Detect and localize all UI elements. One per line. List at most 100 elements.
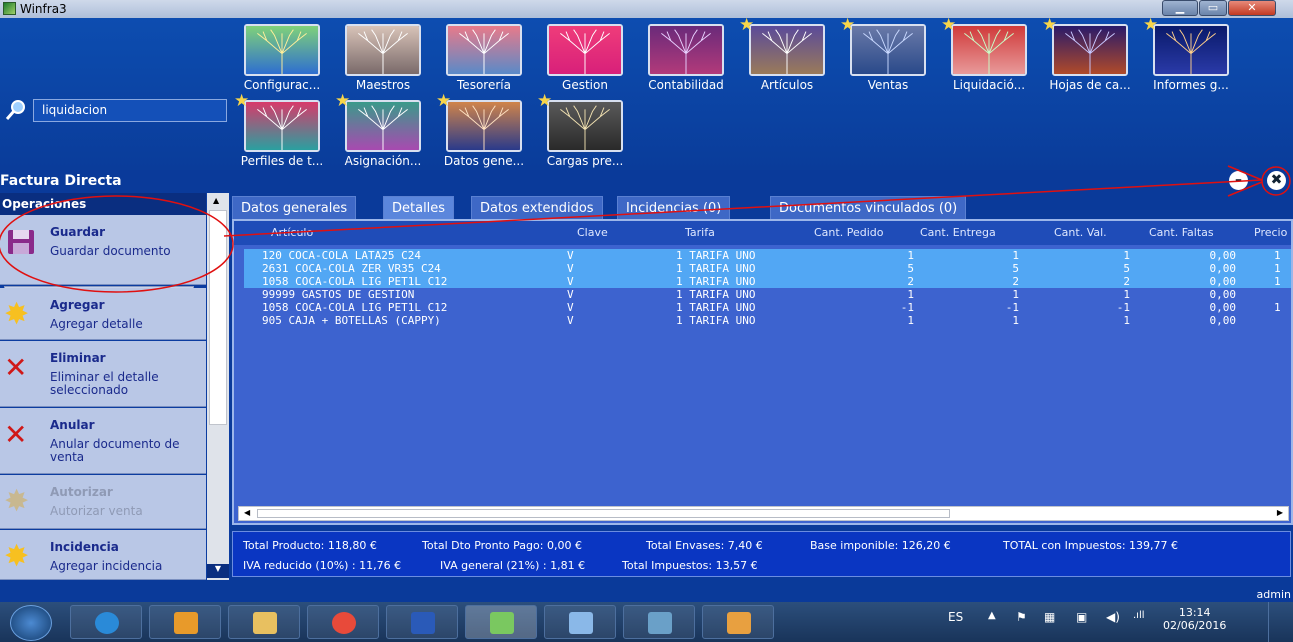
table-row[interactable]: 99999 GASTOS DE GESTION V 1 TARIFA UNO 1 1 1 0… xyxy=(244,288,1291,301)
module-tile-icon[interactable] xyxy=(1153,24,1229,76)
module-tile-label[interactable]: Datos gene... xyxy=(434,154,534,168)
module-tile-label[interactable]: Contabilidad xyxy=(636,78,736,92)
table-row[interactable]: 1058 COCA-COLA LIG PET1L C12 V 1 TARIFA UN… xyxy=(244,275,1291,288)
operation-incidencia-button[interactable]: ✸ Incidencia Agregar incidencia xyxy=(0,530,206,580)
column-header[interactable]: Tarifa xyxy=(685,226,715,239)
module-tile-icon[interactable] xyxy=(648,24,724,76)
column-header[interactable]: Cant. Faltas xyxy=(1149,226,1214,239)
table-row[interactable]: 1058 COCA-COLA LIG PET1L C12 V 1 TARIFA UN… xyxy=(244,301,1291,314)
module-tile-label[interactable]: Informes g... xyxy=(1141,78,1241,92)
network-icon[interactable]: ▦ xyxy=(1044,610,1055,624)
module-tile-label[interactable]: Perfiles de t... xyxy=(232,154,332,168)
operation-autorizar-button[interactable]: ✸ Autorizar Autorizar venta xyxy=(0,475,206,529)
table-row[interactable]: 905 CAJA + BOTELLAS (CAPPY) V 1 TARIFA UNO… xyxy=(244,314,1291,327)
module-tile-label[interactable]: Hojas de ca... xyxy=(1040,78,1140,92)
module-tile-icon[interactable] xyxy=(446,100,522,152)
module-tile-label[interactable]: Configurac... xyxy=(232,78,332,92)
operations-scrollbar[interactable]: ▲ ▼ xyxy=(207,193,229,580)
taskbar-app-button[interactable] xyxy=(623,605,695,639)
user-name: admin xyxy=(1256,588,1291,601)
module-ribbon: liquidacion Configurac... Maestros Tesorer… xyxy=(0,15,1293,170)
action-center-flag-icon[interactable]: ⚑ xyxy=(1016,610,1027,624)
maximize-button[interactable]: ▭ xyxy=(1199,0,1227,16)
tab-incidencias-0[interactable]: Incidencias (0) xyxy=(617,196,731,219)
cell-tarifa: 1 TARIFA UNO xyxy=(676,275,756,288)
module-tile-label[interactable]: Liquidació... xyxy=(939,78,1039,92)
favorite-star-icon: ★ xyxy=(1042,15,1058,35)
close-form-icon[interactable]: ✖ xyxy=(1267,171,1286,190)
operation-guardar-button[interactable]: GuardarGuardar documentoSolo guardar▼ xyxy=(0,215,206,300)
cell-val: 5 xyxy=(1123,262,1130,275)
column-header[interactable]: Artículo xyxy=(271,226,313,239)
close-button[interactable]: ✕ xyxy=(1228,0,1276,16)
module-tile-label[interactable]: Tesorería xyxy=(434,78,534,92)
module-tile-icon[interactable] xyxy=(1052,24,1128,76)
windows-taskbar: ES ▲ ⚑ ▦ ▣ ◀) .ıll 13:14 02/06/2016 xyxy=(0,602,1293,642)
taskbar-app-button[interactable] xyxy=(386,605,458,639)
taskbar-app-button[interactable] xyxy=(307,605,379,639)
module-tile-label[interactable]: Gestion xyxy=(535,78,635,92)
total-envases: Total Envases: 7,40 € xyxy=(646,539,763,552)
tab-detalles[interactable]: Detalles xyxy=(383,196,455,219)
start-button[interactable] xyxy=(10,605,52,641)
operation-title: Incidencia xyxy=(50,540,119,554)
minimize-button[interactable]: ▁ xyxy=(1162,0,1198,16)
operation-agregar-button[interactable]: ✸ Agregar Agregar detalle xyxy=(0,288,206,340)
tab-documentos-vinculados-0[interactable]: Documentos vinculados (0) xyxy=(770,196,967,219)
details-grid: Artículo Clave Tarifa Cant. Pedido Cant. Ent… xyxy=(232,219,1293,525)
tray-expand-icon[interactable]: ▲ xyxy=(988,610,996,621)
column-header[interactable]: Precio xyxy=(1254,226,1287,239)
taskbar-app-button[interactable] xyxy=(465,605,537,639)
column-header[interactable]: Cant. Entrega xyxy=(920,226,996,239)
module-tile-icon[interactable] xyxy=(345,24,421,76)
module-tile-label[interactable]: Maestros xyxy=(333,78,433,92)
module-tile-icon[interactable] xyxy=(244,24,320,76)
module-tile-icon[interactable] xyxy=(345,100,421,152)
taskbar-app-button[interactable] xyxy=(544,605,616,639)
module-tile-icon[interactable] xyxy=(446,24,522,76)
taskbar-app-button[interactable] xyxy=(228,605,300,639)
photos-icon xyxy=(648,612,672,634)
module-tile-label[interactable]: Ventas xyxy=(838,78,938,92)
minimize-form-icon[interactable]: – xyxy=(1229,171,1248,190)
module-tile-icon[interactable] xyxy=(244,100,320,152)
device-icon[interactable]: ▣ xyxy=(1076,610,1087,624)
column-header[interactable]: Cant. Val. xyxy=(1054,226,1107,239)
signal-icon[interactable]: .ıll xyxy=(1133,610,1145,621)
column-header[interactable]: Clave xyxy=(577,226,608,239)
app-icon xyxy=(3,2,16,15)
cell-pedido: 5 xyxy=(907,262,914,275)
operation-eliminar-button[interactable]: ✕ Eliminar Eliminar el detalle seleccionad… xyxy=(0,341,206,407)
column-header[interactable]: Cant. Pedido xyxy=(814,226,883,239)
operations-panel: Operaciones GuardarGuardar documentoSolo… xyxy=(0,193,230,580)
operation-title: Eliminar xyxy=(50,351,106,365)
volume-icon[interactable]: ◀) xyxy=(1106,610,1120,624)
clock[interactable]: 13:14 02/06/2016 xyxy=(1163,606,1226,632)
operation-description: Autorizar venta xyxy=(50,504,143,518)
module-tile-icon[interactable] xyxy=(547,100,623,152)
show-desktop-button[interactable] xyxy=(1268,602,1293,642)
tab-datos-extendidos[interactable]: Datos extendidos xyxy=(471,196,603,219)
language-indicator[interactable]: ES xyxy=(948,610,963,624)
table-row[interactable]: 120 COCA-COLA LATA25 C24 V 1 TARIFA UNO 1 1 1… xyxy=(244,249,1291,262)
scrollbar-thumb[interactable] xyxy=(257,509,950,518)
taskbar-app-button[interactable] xyxy=(149,605,221,639)
cell-articulo: 1058 COCA-COLA LIG PET1L C12 xyxy=(262,275,448,288)
module-tile-icon[interactable] xyxy=(749,24,825,76)
module-tile-label[interactable]: Artículos xyxy=(737,78,837,92)
grid-horizontal-scrollbar[interactable]: ◀ ▶ xyxy=(238,506,1289,521)
scrollbar-thumb[interactable] xyxy=(209,210,227,425)
favorite-star-icon: ★ xyxy=(335,91,351,111)
module-tile-label[interactable]: Asignación... xyxy=(333,154,433,168)
total-dto-pronto-pago: Total Dto Pronto Pago: 0,00 € xyxy=(422,539,582,552)
operation-anular-button[interactable]: ✕ Anular Anular documento de venta xyxy=(0,408,206,474)
table-row[interactable]: 2631 COCA-COLA ZER VR35 C24 V 1 TARIFA UNO… xyxy=(244,262,1291,275)
module-tile-icon[interactable] xyxy=(951,24,1027,76)
search-input[interactable]: liquidacion xyxy=(33,99,227,122)
taskbar-app-button[interactable] xyxy=(702,605,774,639)
module-tile-icon[interactable] xyxy=(547,24,623,76)
tab-datos-generales[interactable]: Datos generales xyxy=(232,196,357,219)
module-tile-icon[interactable] xyxy=(850,24,926,76)
module-tile-label[interactable]: Cargas pre... xyxy=(535,154,635,168)
taskbar-app-button[interactable] xyxy=(70,605,142,639)
